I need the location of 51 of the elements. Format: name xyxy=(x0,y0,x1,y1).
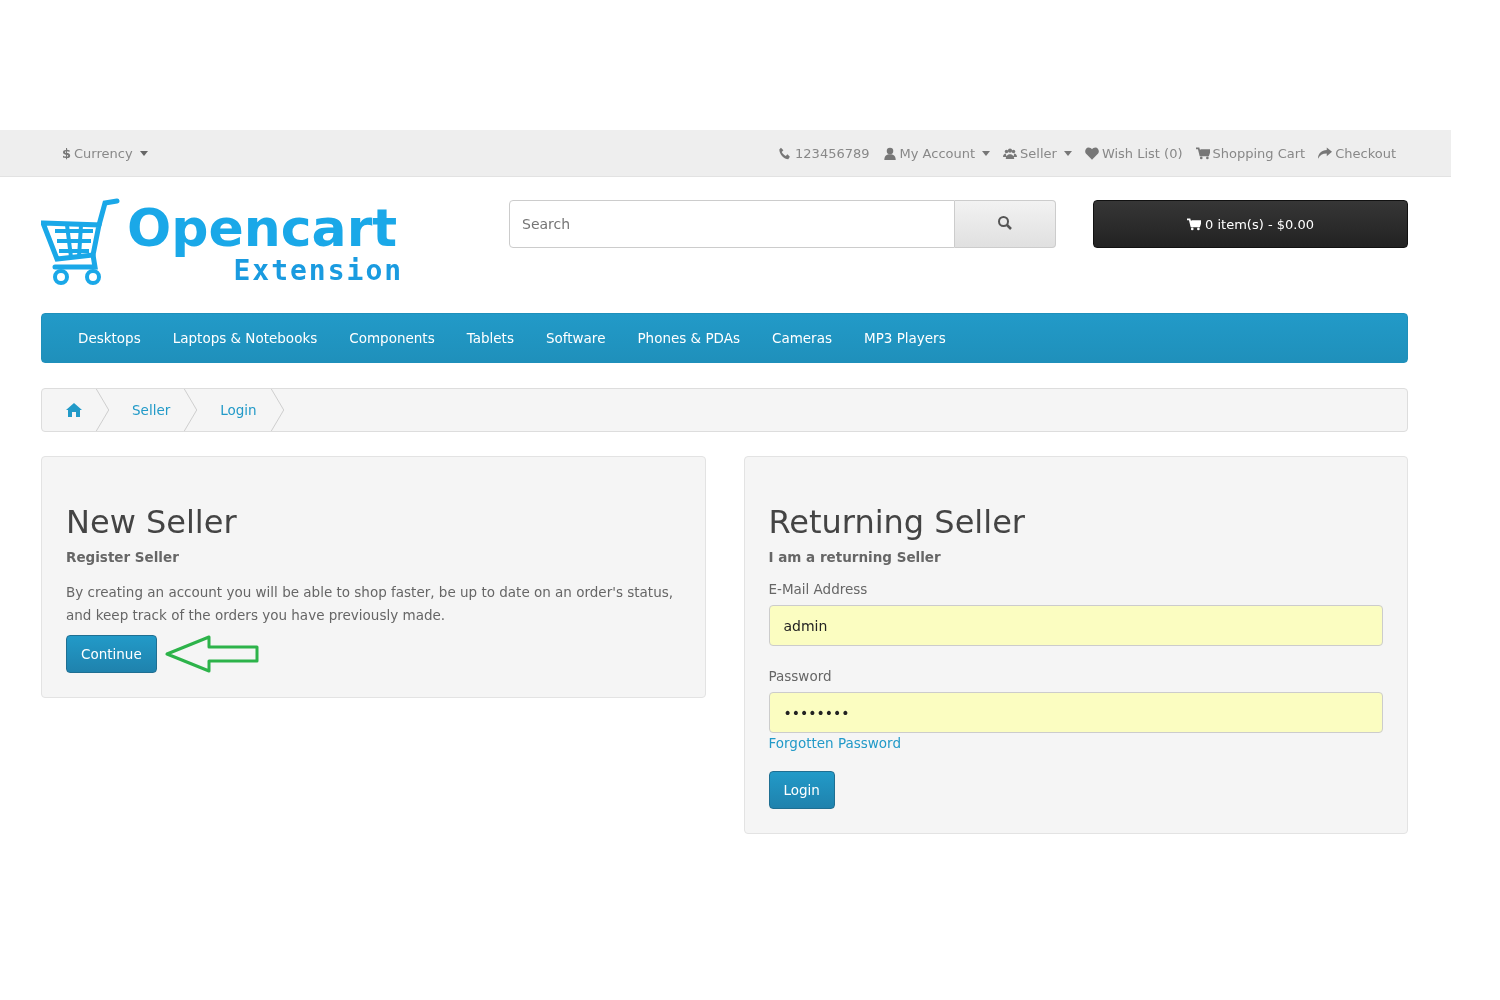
menu-item[interactable]: MP3 Players xyxy=(848,330,962,346)
caret-icon xyxy=(1063,150,1072,156)
user-icon xyxy=(882,146,897,160)
home-icon xyxy=(66,403,82,417)
menu-item[interactable]: Software xyxy=(529,330,622,346)
breadcrumb-separator-icon xyxy=(96,389,110,431)
left-arrow-icon xyxy=(164,635,259,673)
cart-icon xyxy=(1187,217,1202,231)
cart-icon xyxy=(1195,146,1210,160)
logo-wordmark: Opencart xyxy=(127,200,398,256)
password-field[interactable]: •••••••• xyxy=(768,692,1383,733)
menu-item[interactable]: Phones & PDAs xyxy=(621,330,756,346)
panel-subtitle: I am a returning Seller xyxy=(768,549,941,565)
cart-button[interactable]: 0 item(s) - $0.00 xyxy=(1093,200,1408,248)
top-bar-link[interactable]: Wish List (0) xyxy=(1084,145,1183,161)
top-bar-link[interactable]: 123456789 xyxy=(778,145,870,161)
login-button[interactable]: Login xyxy=(768,771,835,809)
cart-logo-icon xyxy=(41,197,121,287)
field-label: Password xyxy=(768,668,832,684)
currency-dropdown[interactable]: $ Currency xyxy=(62,145,148,161)
forgotten-password-link[interactable]: Forgotten Password xyxy=(768,735,901,751)
share-arrow-icon xyxy=(1318,146,1333,160)
breadcrumb-link[interactable]: Seller xyxy=(110,402,185,418)
description-text: By creating an account you will be able to shop faster, be up to date on an order's status, and keep track of the orders you have previously made. xyxy=(66,583,675,625)
panel-title: Returning Seller xyxy=(768,503,1025,541)
top-bar-link[interactable]: My Account xyxy=(882,145,991,161)
menu-item[interactable]: Cameras xyxy=(755,330,848,346)
breadcrumb-link[interactable]: Login xyxy=(198,402,271,418)
caret-icon xyxy=(982,150,991,156)
menu-item[interactable]: Desktops xyxy=(62,330,157,346)
search-icon xyxy=(997,214,1013,231)
logo[interactable]: Opencart Extension xyxy=(41,200,509,287)
menu-item[interactable]: Laptops & Notebooks xyxy=(156,330,334,346)
panel-subtitle: Register Seller xyxy=(66,549,179,565)
heart-icon xyxy=(1084,146,1099,160)
caret-icon xyxy=(139,150,148,156)
breadcrumb-separator-icon xyxy=(184,389,199,431)
panel-title: New Seller xyxy=(66,503,237,541)
phone-icon xyxy=(778,146,793,160)
top-bar-link[interactable]: Checkout xyxy=(1318,145,1396,161)
users-icon xyxy=(1003,146,1018,160)
email-field[interactable]: admin xyxy=(768,605,1383,646)
logo-tagline: Extension xyxy=(233,256,404,286)
menu-item[interactable]: Components xyxy=(333,330,451,346)
menu-item[interactable]: Tablets xyxy=(450,330,530,346)
continue-button[interactable]: Continue xyxy=(66,635,157,673)
breadcrumb-separator-icon xyxy=(270,389,285,431)
top-bar-link[interactable]: Shopping Cart xyxy=(1195,145,1306,161)
search-field[interactable]: Search xyxy=(509,200,955,248)
field-label: E-Mail Address xyxy=(768,581,868,597)
top-bar-link[interactable]: Seller xyxy=(1003,145,1072,161)
